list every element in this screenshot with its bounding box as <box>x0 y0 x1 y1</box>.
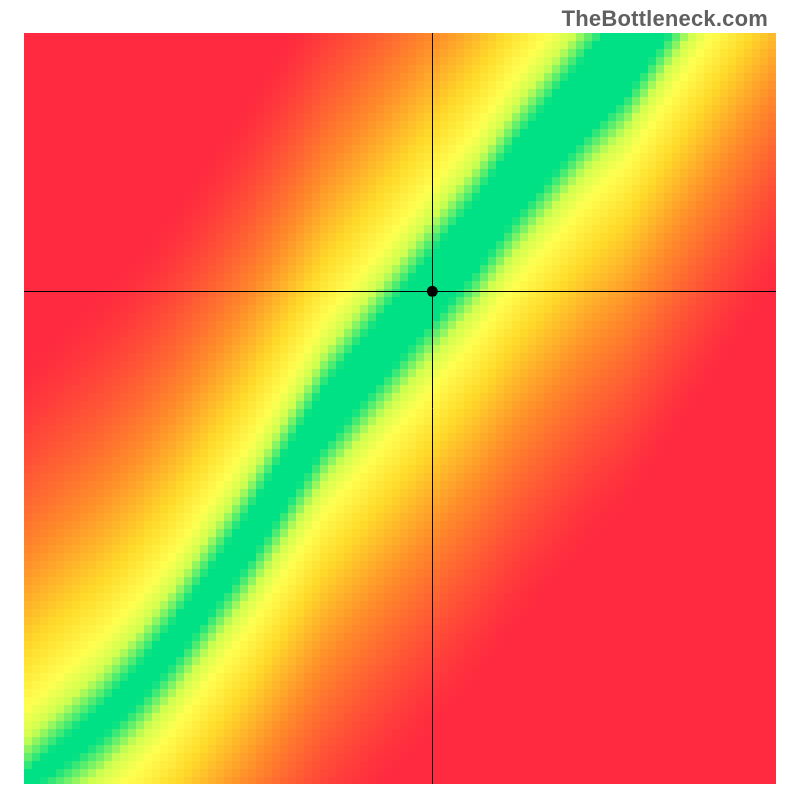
heatmap-canvas <box>24 33 776 784</box>
bottleneck-heatmap <box>24 33 776 784</box>
watermark-text: TheBottleneck.com <box>562 6 768 32</box>
